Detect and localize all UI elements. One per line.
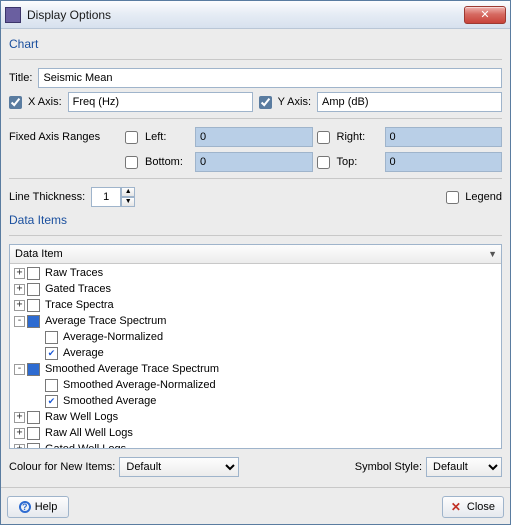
spinner-down-icon[interactable]: ▼ xyxy=(121,197,135,207)
tree-item[interactable]: +Average-Normalized xyxy=(10,329,501,345)
legend-label: Legend xyxy=(465,191,502,203)
close-button[interactable]: ✕ Close xyxy=(442,496,504,518)
divider xyxy=(9,118,502,119)
tree-header-sort-icon: ▼ xyxy=(488,249,497,259)
divider xyxy=(9,178,502,179)
tree-item[interactable]: +Smoothed Average xyxy=(10,393,501,409)
title-input[interactable] xyxy=(38,68,502,88)
expand-icon[interactable]: - xyxy=(14,364,25,375)
expand-icon[interactable]: + xyxy=(14,300,25,311)
item-checkbox[interactable] xyxy=(27,299,40,312)
tree-item[interactable]: + Trace Spectra xyxy=(10,297,501,313)
item-label: Average xyxy=(60,347,104,359)
tree-item[interactable]: +Average xyxy=(10,345,501,361)
item-checkbox[interactable] xyxy=(27,283,40,296)
top-checkbox[interactable] xyxy=(317,156,330,169)
tree-item[interactable]: + Raw All Well Logs xyxy=(10,425,501,441)
expand-icon[interactable]: + xyxy=(14,428,25,439)
yaxis-input[interactable] xyxy=(317,92,502,112)
left-checkbox[interactable] xyxy=(125,131,138,144)
titlebar: Display Options ✕ xyxy=(1,1,510,29)
dataitems-group-label: Data Items xyxy=(9,213,502,227)
xaxis-checkbox[interactable] xyxy=(9,96,22,109)
item-label: Smoothed Average-Normalized xyxy=(60,379,216,391)
close-icon: ✕ xyxy=(451,501,463,513)
divider xyxy=(1,487,510,488)
item-label: Trace Spectra xyxy=(42,299,114,311)
window-title: Display Options xyxy=(27,8,464,22)
divider xyxy=(9,235,502,236)
title-label: Title: xyxy=(9,72,32,84)
help-button-label: Help xyxy=(35,501,58,513)
item-label: Raw Well Logs xyxy=(42,411,118,423)
fixed-ranges-label: Fixed Axis Ranges xyxy=(9,131,121,143)
item-checkbox[interactable] xyxy=(45,379,58,392)
right-checkbox[interactable] xyxy=(317,131,330,144)
dataitems-tree: Data Item ▼ + Raw Traces + Gated Traces + Tra… xyxy=(9,244,502,449)
thickness-spinner[interactable]: ▲▼ xyxy=(91,187,135,207)
chart-group-label: Chart xyxy=(9,37,502,51)
bottom-input[interactable] xyxy=(195,152,313,172)
close-button-label: Close xyxy=(467,501,495,513)
right-input[interactable] xyxy=(385,127,503,147)
expand-icon[interactable]: + xyxy=(14,284,25,295)
tree-body[interactable]: + Raw Traces + Gated Traces + Trace Spectra - A… xyxy=(10,264,501,448)
item-checkbox[interactable] xyxy=(27,267,40,280)
right-label: Right: xyxy=(337,131,381,143)
item-checkbox[interactable] xyxy=(27,427,40,440)
item-checkbox[interactable] xyxy=(27,315,40,328)
bottom-label: Bottom: xyxy=(145,156,191,168)
legend-checkbox[interactable] xyxy=(446,191,459,204)
tree-item[interactable]: + Gated Traces xyxy=(10,281,501,297)
item-label: Gated Traces xyxy=(42,283,111,295)
tree-header-label: Data Item xyxy=(14,247,64,261)
item-checkbox[interactable] xyxy=(45,395,58,408)
tree-item[interactable]: - Average Trace Spectrum xyxy=(10,313,501,329)
tree-item[interactable]: +Smoothed Average-Normalized xyxy=(10,377,501,393)
left-label: Left: xyxy=(145,131,191,143)
item-label: Raw Traces xyxy=(42,267,103,279)
tree-item[interactable]: + Raw Well Logs xyxy=(10,409,501,425)
xaxis-label: X Axis: xyxy=(28,96,62,108)
symbol-combo[interactable]: Default xyxy=(426,457,502,477)
item-checkbox[interactable] xyxy=(27,411,40,424)
bottom-checkbox[interactable] xyxy=(125,156,138,169)
close-icon: ✕ xyxy=(480,8,489,21)
item-label: Average Trace Spectrum xyxy=(42,315,166,327)
tree-header[interactable]: Data Item ▼ xyxy=(10,245,501,264)
help-button[interactable]: ? Help xyxy=(7,496,69,518)
symbol-label: Symbol Style: xyxy=(355,461,422,473)
spinner-up-icon[interactable]: ▲ xyxy=(121,187,135,197)
item-label: Average-Normalized xyxy=(60,331,163,343)
item-label: Raw All Well Logs xyxy=(42,427,133,439)
colour-combo[interactable]: Default xyxy=(119,457,239,477)
tree-item[interactable]: + Raw Traces xyxy=(10,265,501,281)
item-checkbox[interactable] xyxy=(27,443,40,449)
yaxis-label: Y Axis: xyxy=(278,96,311,108)
app-icon xyxy=(5,7,21,23)
item-label: Smoothed Average xyxy=(60,395,156,407)
top-label: Top: xyxy=(337,156,381,168)
help-icon: ? xyxy=(19,501,31,513)
yaxis-checkbox[interactable] xyxy=(259,96,272,109)
item-checkbox[interactable] xyxy=(45,331,58,344)
item-checkbox[interactable] xyxy=(27,363,40,376)
item-label: Gated Well Logs xyxy=(42,443,126,448)
top-input[interactable] xyxy=(385,152,503,172)
item-checkbox[interactable] xyxy=(45,347,58,360)
expand-icon[interactable]: + xyxy=(14,268,25,279)
left-input[interactable] xyxy=(195,127,313,147)
expand-icon[interactable]: + xyxy=(14,412,25,423)
thickness-input[interactable] xyxy=(91,187,121,207)
thickness-label: Line Thickness: xyxy=(9,191,85,203)
expand-icon[interactable]: - xyxy=(14,316,25,327)
tree-item[interactable]: - Smoothed Average Trace Spectrum xyxy=(10,361,501,377)
window-close-button[interactable]: ✕ xyxy=(464,6,506,24)
xaxis-input[interactable] xyxy=(68,92,253,112)
colour-label: Colour for New Items: xyxy=(9,461,115,473)
tree-item[interactable]: + Gated Well Logs xyxy=(10,441,501,448)
expand-icon[interactable]: + xyxy=(14,444,25,449)
item-label: Smoothed Average Trace Spectrum xyxy=(42,363,219,375)
divider xyxy=(9,59,502,60)
